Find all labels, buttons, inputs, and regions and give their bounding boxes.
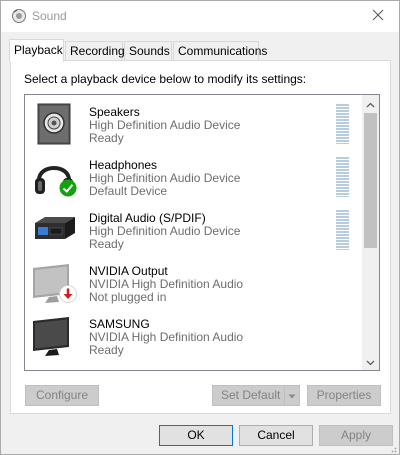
device-name: Headphones [89,158,158,172]
tab-playback[interactable]: Playback [9,39,64,62]
device-description: NVIDIA High Definition Audio [89,277,244,291]
device-name: Speakers [89,105,140,119]
instruction-text: Select a playback device below to modify… [24,72,307,86]
speaker-icon [31,101,77,147]
device-status: Ready [89,131,124,145]
device-status: Default Device [89,184,168,198]
scroll-up-button[interactable] [362,95,379,112]
device-description: High Definition Audio Device [89,171,241,185]
volume-meter [336,104,349,144]
close-button[interactable] [357,1,399,31]
resize-grip-icon[interactable] [387,442,397,453]
playback-panel: Select a playback device below to modify… [10,60,391,414]
configure-button[interactable]: Configure [25,385,99,406]
vertical-scrollbar[interactable] [362,95,379,370]
scrollbar-thumb[interactable] [364,113,377,248]
monitor-icon [31,313,77,359]
title-bar[interactable]: Sound [1,1,399,32]
scroll-down-button[interactable] [362,353,379,370]
device-name: SAMSUNG [89,317,150,331]
device-name: Digital Audio (S/PDIF) [89,211,206,225]
digital-audio-icon [31,207,77,253]
device-status: Ready [89,343,124,357]
tab-sounds[interactable]: Sounds [124,41,172,61]
properties-button[interactable]: Properties [307,385,381,406]
window-title: Sound [32,9,67,23]
default-check-badge [59,179,77,197]
device-name: NVIDIA Output [89,264,168,278]
device-description: NVIDIA High Definition Audio [89,330,244,344]
volume-meter [336,210,349,250]
tab-recording[interactable]: Recording [65,41,125,61]
device-status: Ready [89,237,124,251]
chevron-down-icon [288,386,296,405]
set-default-label: Set Default [221,388,281,402]
chevron-down-icon [366,355,375,369]
close-icon [372,9,384,24]
device-samsung[interactable]: SAMSUNG NVIDIA High Definition Audio Rea… [25,310,362,363]
volume-meter [336,157,349,197]
cancel-button[interactable]: Cancel [239,425,313,446]
set-default-button[interactable]: Set Default [212,385,300,406]
chevron-up-icon [366,97,375,111]
unplugged-arrow-badge [59,285,77,303]
ok-button[interactable]: OK [159,425,233,446]
sound-dialog: Sound Playback Recording Sounds Communic… [0,0,400,455]
device-digital-audio[interactable]: Digital Audio (S/PDIF) High Definition A… [25,204,362,257]
device-description: High Definition Audio Device [89,224,241,238]
device-status: Not plugged in [89,290,167,304]
set-default-dropdown[interactable] [284,386,299,405]
device-headphones[interactable]: Headphones High Definition Audio Device … [25,151,362,204]
playback-device-list[interactable]: Speakers High Definition Audio Device Re… [24,94,380,371]
speaker-app-icon [11,8,27,24]
device-nvidia-output[interactable]: NVIDIA Output NVIDIA High Definition Aud… [25,257,362,310]
device-description: High Definition Audio Device [89,118,241,132]
apply-button[interactable]: Apply [319,425,393,446]
device-speakers[interactable]: Speakers High Definition Audio Device Re… [25,98,362,151]
tab-communications[interactable]: Communications [173,41,267,61]
